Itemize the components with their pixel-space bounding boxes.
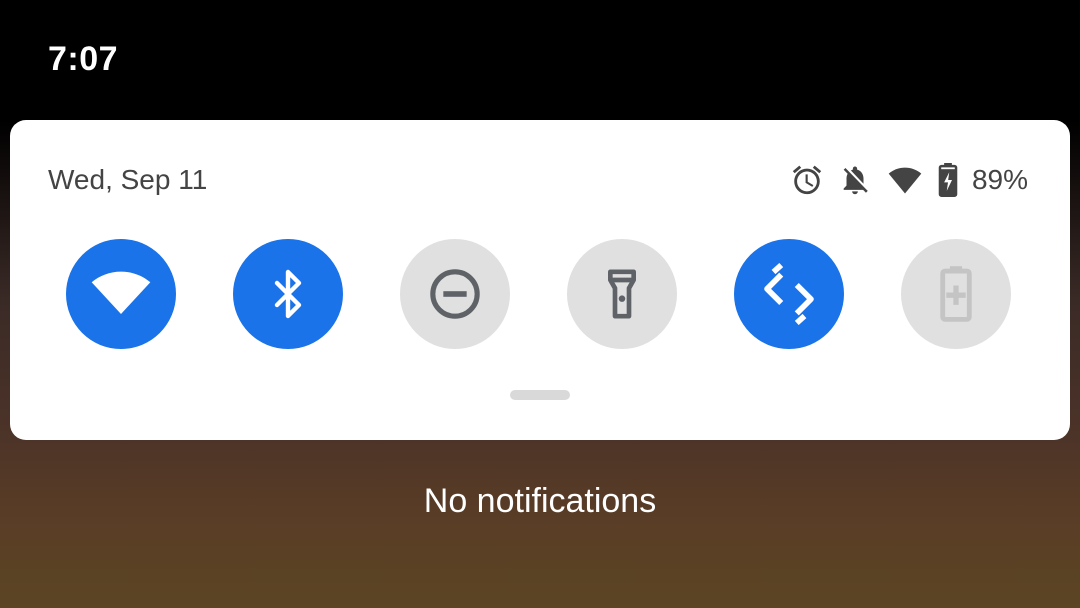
do-not-disturb-icon	[430, 269, 480, 319]
quick-settings-panel: Wed, Sep 11 89%	[10, 120, 1070, 440]
tile-do-not-disturb[interactable]	[400, 239, 510, 349]
tile-auto-rotate[interactable]	[734, 239, 844, 349]
tile-wifi[interactable]	[66, 239, 176, 349]
alarm-icon	[790, 163, 824, 197]
date-label[interactable]: Wed, Sep 11	[48, 164, 207, 196]
battery-charging-icon	[938, 163, 958, 197]
no-notifications-text: No notifications	[423, 482, 657, 520]
battery-percent: 89%	[971, 164, 1028, 195]
expand-handle[interactable]	[510, 390, 570, 400]
wifi-signal-icon	[886, 163, 924, 197]
tile-bluetooth[interactable]	[233, 239, 343, 349]
status-bar-clock: 7:07	[48, 40, 119, 78]
bluetooth-icon	[274, 269, 302, 319]
wifi-icon	[91, 271, 151, 314]
quick-settings-tiles	[66, 239, 1011, 349]
flashlight-icon	[608, 269, 636, 319]
auto-rotate-icon	[764, 263, 814, 325]
battery-saver-icon	[940, 266, 972, 322]
status-icons: 89%	[790, 160, 1028, 200]
tile-battery-saver[interactable]	[901, 239, 1011, 349]
tile-flashlight[interactable]	[567, 239, 677, 349]
notifications-off-icon	[838, 163, 872, 197]
